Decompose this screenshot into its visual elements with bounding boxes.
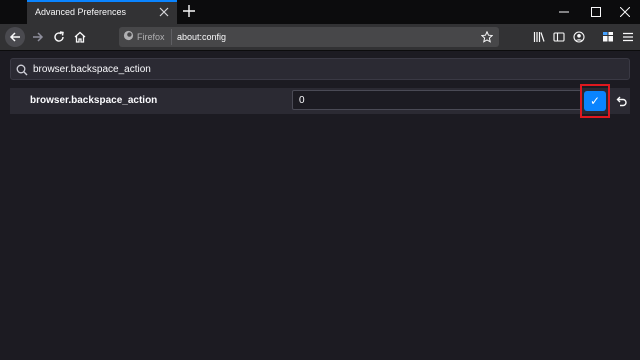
account-icon[interactable] <box>569 27 589 47</box>
menu-icon[interactable] <box>618 27 638 47</box>
home-icon[interactable] <box>70 27 90 47</box>
minimize-icon[interactable] <box>549 0 579 24</box>
pref-name: browser.backspace_action <box>30 95 158 106</box>
checkmark-icon: ✓ <box>589 94 601 108</box>
maximize-icon[interactable] <box>581 0 611 24</box>
star-icon[interactable] <box>479 29 495 45</box>
identity-label: Firefox <box>137 32 165 42</box>
back-arrow-icon[interactable] <box>5 27 25 47</box>
forward-arrow-icon[interactable] <box>28 27 48 47</box>
firefox-icon <box>123 28 134 46</box>
tab-strip: Advanced Preferences <box>0 0 640 24</box>
close-icon[interactable] <box>157 5 171 19</box>
search-icon <box>16 63 28 76</box>
navigation-toolbar: Firefox about:config <box>0 24 640 51</box>
pref-row: browser.backspace_action 0 <box>10 88 630 114</box>
search-value[interactable]: browser.backspace_action <box>33 64 151 75</box>
pref-value-input[interactable]: 0 <box>292 90 582 110</box>
pref-value[interactable]: 0 <box>299 95 305 106</box>
undo-icon[interactable] <box>613 93 629 109</box>
url-text[interactable]: about:config <box>177 32 226 42</box>
plus-icon[interactable] <box>181 3 197 19</box>
identity-box[interactable]: Firefox <box>123 29 172 45</box>
sidebar-icon[interactable] <box>549 27 569 47</box>
save-button[interactable]: ✓ <box>584 91 606 111</box>
extensions-icon[interactable] <box>598 27 618 47</box>
window-close-icon[interactable] <box>610 0 640 24</box>
tab-advanced-preferences[interactable]: Advanced Preferences <box>27 0 177 24</box>
search-input[interactable]: browser.backspace_action <box>10 58 630 80</box>
reload-icon[interactable] <box>49 27 69 47</box>
url-bar[interactable]: Firefox about:config <box>119 27 499 47</box>
library-icon[interactable] <box>529 27 549 47</box>
tab-title: Advanced Preferences <box>35 7 127 17</box>
